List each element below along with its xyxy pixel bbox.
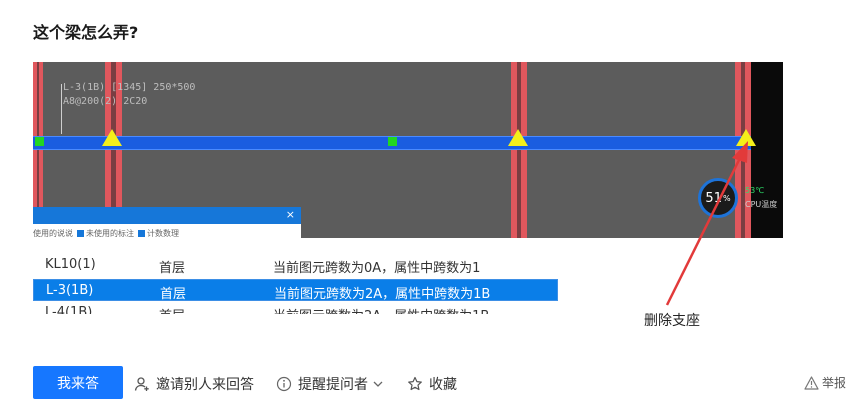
star-icon <box>408 376 422 391</box>
favorite-label: 收藏 <box>429 377 457 393</box>
favorite-button[interactable]: 收藏 <box>407 374 457 394</box>
annotation-arrow <box>665 141 748 306</box>
annotation-text: 删除支座 <box>644 313 700 329</box>
warning-icon <box>804 375 819 390</box>
info-icon <box>276 376 292 392</box>
remind-button[interactable]: 提醒提问者 <box>276 374 384 394</box>
invite-label: 邀请别人来回答 <box>156 377 254 393</box>
chevron-down-icon <box>373 381 383 387</box>
answer-button[interactable]: 我来答 <box>33 366 123 399</box>
report-button[interactable]: 举报 <box>804 374 846 391</box>
invite-button[interactable]: 邀请别人来回答 <box>134 374 254 394</box>
user-add-icon <box>134 377 149 391</box>
report-label: 举报 <box>821 376 846 390</box>
remind-label: 提醒提问者 <box>298 377 368 393</box>
